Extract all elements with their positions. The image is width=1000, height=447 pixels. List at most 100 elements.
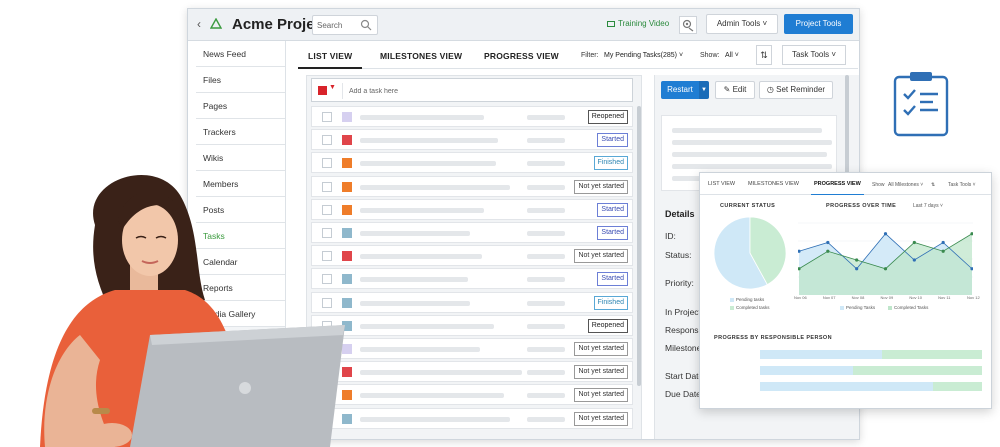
status-badge[interactable]: Not yet started xyxy=(574,388,628,403)
x-tick-label: Nov 07 xyxy=(822,295,836,300)
status-badge[interactable]: Finished xyxy=(593,295,628,310)
sidebar-item-files[interactable]: Files xyxy=(196,67,285,93)
sidebar-item-media-gallery[interactable]: Media Gallery xyxy=(196,301,285,327)
status-badge[interactable]: Not yet started xyxy=(574,411,628,426)
sort-icon: ⇅ xyxy=(760,50,768,60)
task-checkbox[interactable] xyxy=(322,135,332,146)
x-tick-label: Nov 12 xyxy=(967,295,980,300)
sidebar-item-posts[interactable]: Posts xyxy=(196,197,285,223)
task-row[interactable]: Started xyxy=(311,198,633,220)
admin-tools-button[interactable]: Admin Tools ˅ xyxy=(706,14,778,34)
progress-view-tabs: LIST VIEW MILESTONES VIEW PROGRESS VIEW … xyxy=(700,173,991,195)
x-tick-label: Nov 09 xyxy=(880,295,894,300)
task-checkbox[interactable] xyxy=(322,344,332,354)
sidebar-item-calendar[interactable]: Calendar xyxy=(196,249,285,275)
tab-milestones-view[interactable]: MILESTONES VIEW xyxy=(748,181,799,187)
tab-progress-view[interactable]: PROGRESS VIEW xyxy=(484,51,559,61)
legend-swatch xyxy=(840,305,844,310)
task-checkbox[interactable] xyxy=(322,251,332,262)
task-checkbox[interactable] xyxy=(322,320,332,331)
search-box[interactable] xyxy=(312,15,378,35)
task-checkbox[interactable] xyxy=(322,112,332,122)
restart-button[interactable]: Restart xyxy=(661,81,699,99)
data-point xyxy=(826,249,830,253)
task-row[interactable]: Started xyxy=(311,222,633,243)
status-badge[interactable]: Started xyxy=(597,133,628,148)
legend-swatch xyxy=(730,305,734,310)
sort-icon[interactable]: ⇅ xyxy=(931,182,935,188)
sort-button[interactable]: ⇅ xyxy=(756,45,772,65)
back-icon[interactable]: ‹ xyxy=(197,17,201,31)
date-range-dropdown[interactable]: Last 7 days ˅ xyxy=(913,203,943,209)
restart-dropdown-icon[interactable]: ▼ xyxy=(699,81,709,99)
tab-milestones-view[interactable]: MILESTONES VIEW xyxy=(380,51,462,61)
task-meta-placeholder xyxy=(527,416,565,422)
video-icon xyxy=(607,20,615,27)
task-row[interactable]: Not yet started xyxy=(311,338,633,359)
task-checkbox[interactable] xyxy=(322,390,332,401)
tab-list-view[interactable]: LIST VIEW xyxy=(708,181,735,187)
task-name-placeholder xyxy=(360,370,522,376)
task-meta-placeholder xyxy=(527,370,565,376)
project-logo-icon xyxy=(210,18,222,29)
sidebar-item-wikis[interactable]: Wikis xyxy=(196,145,285,171)
sidebar-item-pages[interactable]: Pages xyxy=(196,93,285,119)
sidebar-item-tasks[interactable]: Tasks xyxy=(196,223,285,249)
task-checkbox[interactable] xyxy=(322,274,332,285)
priority-flag-icon[interactable] xyxy=(318,86,327,95)
project-tools-button[interactable]: Project Tools xyxy=(784,14,853,34)
task-row[interactable]: Started xyxy=(311,129,633,151)
edit-button[interactable]: ✎ Edit xyxy=(715,81,755,99)
task-row[interactable]: Reopened xyxy=(311,106,633,127)
status-badge[interactable]: Not yet started xyxy=(574,249,628,264)
legend-label: Completed tasks xyxy=(736,305,770,310)
task-row[interactable]: Not yet started xyxy=(311,175,633,197)
training-video-link[interactable]: Training Video xyxy=(607,19,669,28)
sidebar-item-reports[interactable]: Reports xyxy=(196,275,285,301)
tab-progress-view[interactable]: PROGRESS VIEW xyxy=(811,181,864,195)
task-checkbox[interactable] xyxy=(322,413,332,424)
status-badge[interactable]: Not yet started xyxy=(574,365,628,380)
task-row[interactable]: Finished xyxy=(311,152,633,174)
status-badge[interactable]: Finished xyxy=(593,156,628,171)
task-tools-button[interactable]: Task Tools ˅ xyxy=(782,45,846,65)
status-badge[interactable]: Started xyxy=(597,202,628,217)
task-checkbox[interactable] xyxy=(322,204,332,215)
search-input[interactable] xyxy=(317,18,361,32)
set-reminder-button[interactable]: ◷ Set Reminder xyxy=(759,81,833,99)
task-row[interactable]: Not yet started xyxy=(311,407,633,429)
bar-segment-completed xyxy=(882,350,982,359)
status-badge[interactable]: Reopened xyxy=(587,318,628,333)
task-row[interactable]: Not yet started xyxy=(311,384,633,406)
settings-gear-icon[interactable] xyxy=(679,16,697,34)
task-tools-dropdown[interactable]: Task Tools ˅ xyxy=(948,182,976,188)
show-dropdown[interactable]: All ˅ xyxy=(725,52,739,59)
tab-list-view[interactable]: LIST VIEW xyxy=(297,51,363,69)
task-checkbox[interactable] xyxy=(322,158,332,169)
task-row[interactable]: Not yet started xyxy=(311,361,633,383)
progress-view-panel: LIST VIEW MILESTONES VIEW PROGRESS VIEW … xyxy=(699,172,992,409)
milestone-dropdown[interactable]: All Milestones ˅ xyxy=(888,182,923,188)
task-row[interactable]: Reopened xyxy=(311,314,633,336)
search-icon[interactable] xyxy=(360,19,372,31)
task-name-placeholder xyxy=(360,323,494,329)
sidebar-item-trackers[interactable]: Trackers xyxy=(196,119,285,145)
task-list-scrollbar[interactable] xyxy=(637,106,641,386)
status-badge[interactable]: Started xyxy=(597,226,628,240)
add-task-input[interactable] xyxy=(342,83,612,99)
task-checkbox[interactable] xyxy=(322,181,332,192)
sidebar-item-news-feed[interactable]: News Feed xyxy=(196,41,285,67)
task-row[interactable]: Not yet started xyxy=(311,245,633,267)
task-checkbox[interactable] xyxy=(322,297,332,308)
chevron-down-icon[interactable]: ▼ xyxy=(329,84,336,91)
task-row[interactable]: Finished xyxy=(311,291,633,313)
status-badge[interactable]: Not yet started xyxy=(574,179,628,194)
status-badge[interactable]: Reopened xyxy=(587,110,628,124)
status-badge[interactable]: Not yet started xyxy=(574,342,628,356)
sidebar-item-members[interactable]: Members xyxy=(196,171,285,197)
task-checkbox[interactable] xyxy=(322,228,332,238)
task-row[interactable]: Started xyxy=(311,268,633,290)
task-checkbox[interactable] xyxy=(322,367,332,378)
filter-dropdown[interactable]: My Pending Tasks(285) ˅ xyxy=(604,52,683,59)
status-badge[interactable]: Started xyxy=(597,272,628,287)
